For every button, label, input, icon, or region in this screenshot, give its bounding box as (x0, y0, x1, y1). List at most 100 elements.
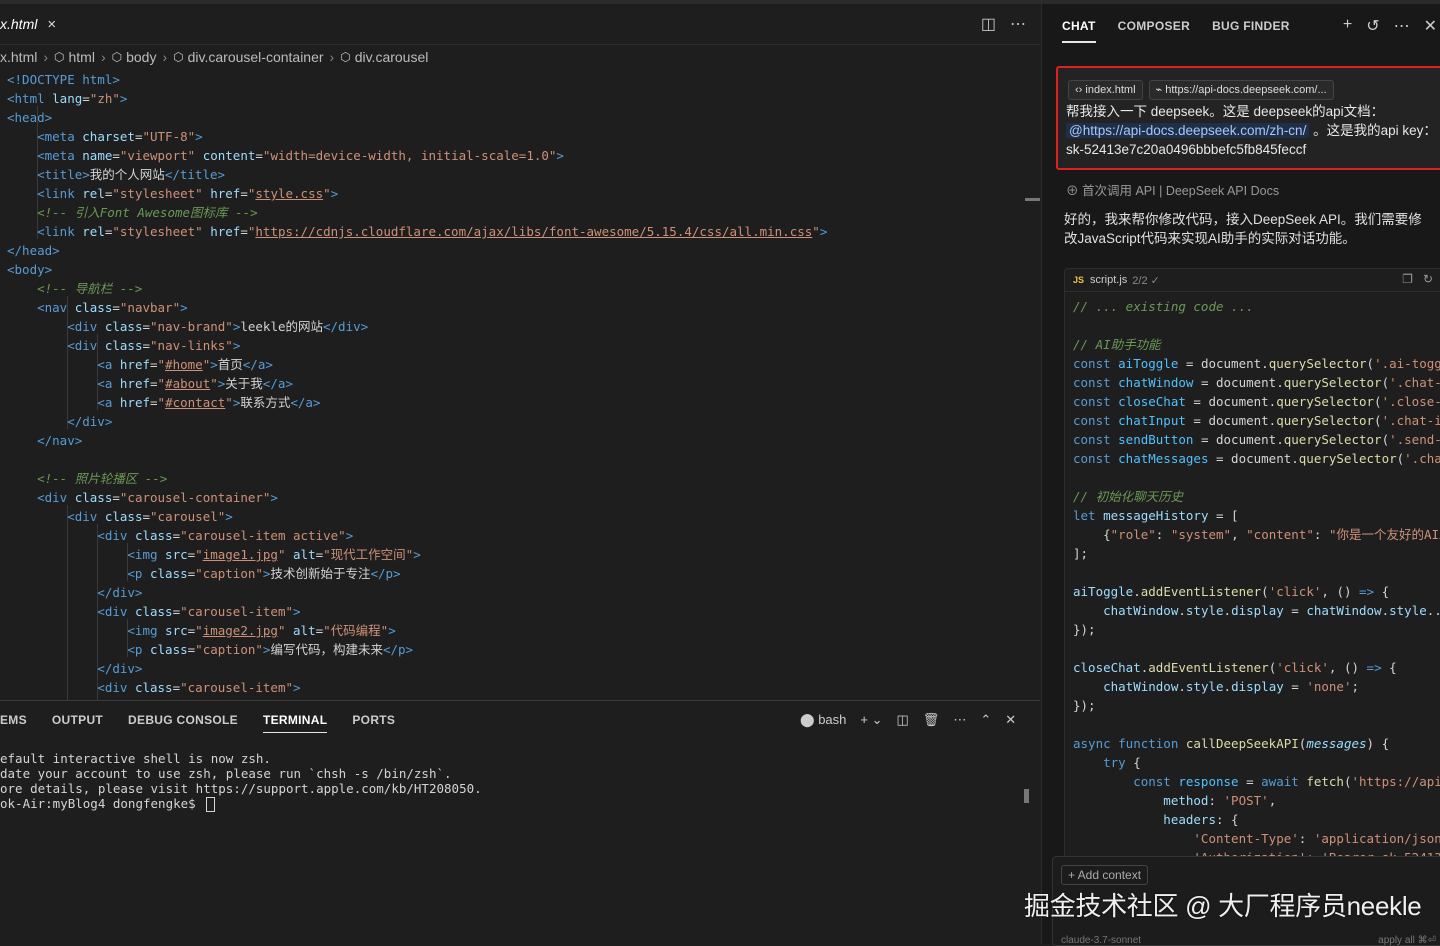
code-token: <meta (7, 129, 83, 144)
code-token: = (240, 186, 248, 201)
scrollbar-thumb[interactable] (1025, 198, 1040, 201)
code-token: <div (7, 319, 105, 334)
terminal-output[interactable]: efault interactive shell is now zsh. date… (0, 751, 482, 812)
code-token: class (134, 604, 173, 619)
javascript-icon: JS (1073, 275, 1085, 285)
breadcrumb-separator: › (162, 49, 168, 65)
code-token: : (1208, 793, 1224, 808)
terminal-text: ok-Air:myBlog4 dongfengke$ (0, 796, 204, 811)
more-icon[interactable]: ⋯ (953, 712, 966, 728)
context-chip[interactable]: ‹› index.html (1068, 80, 1143, 100)
context-chips: ‹› index.html ⌁ https://api-docs.deepseek… (1068, 80, 1334, 100)
trash-icon[interactable]: 🗑 (923, 712, 940, 728)
maximize-panel-icon[interactable]: ⌃ (980, 712, 991, 728)
code-token: method (1073, 793, 1209, 808)
code-line: </nav> (7, 431, 82, 450)
editor-tab-active[interactable]: x.html × (0, 4, 70, 44)
breadcrumb-item[interactable]: html (69, 49, 95, 65)
code-token: = (112, 490, 120, 505)
code-token: " (277, 547, 294, 562)
panel-tab-debug-console[interactable]: DEBUG CONSOLE (128, 701, 238, 739)
breadcrumb-item[interactable]: x.html (0, 49, 37, 65)
code-token: https://cdnjs.cloudflare.com/ajax/libs/f… (255, 224, 813, 239)
breadcrumb-item[interactable]: div.carousel-container (188, 49, 324, 65)
breadcrumb-separator: › (100, 49, 106, 65)
code-token: > (556, 148, 564, 163)
terminal-shell-button[interactable]: ⬤ bash (800, 712, 846, 728)
panel-tab-ports[interactable]: PORTS (352, 701, 395, 739)
code-token: 联系方式 (240, 395, 291, 410)
copy-icon[interactable]: ❐ (1402, 272, 1413, 286)
code-token: const (1073, 451, 1119, 466)
code-line: <img src="image2.jpg" alt="代码编程"> (7, 621, 395, 640)
code-line: const chatMessages = document.querySelec… (1073, 449, 1440, 468)
code-token: chatWindow (1118, 375, 1194, 390)
doc-reference[interactable]: ⊕ 首次调用 API | DeepSeek API Docs (1066, 180, 1279, 199)
code-token: <meta (7, 148, 83, 163)
code-token: </div> (7, 661, 143, 676)
chat-tab-composer[interactable]: COMPOSER (1118, 19, 1190, 33)
code-token: = (112, 148, 120, 163)
apply-all-button[interactable]: apply all ⌘⏎ (1378, 935, 1436, 946)
code-line: <img src="image1.jpg" alt="现代工作空间"> (7, 545, 420, 564)
code-token: "content" (1246, 527, 1314, 542)
breadcrumb-item[interactable]: div.carousel (355, 49, 429, 65)
code-token: const (1073, 356, 1119, 371)
code-token: <img (7, 547, 166, 562)
panel-tab-output[interactable]: OUTPUT (52, 701, 103, 739)
chat-tab-chat[interactable]: CHAT (1062, 19, 1096, 43)
user-message-box[interactable]: ‹› index.html ⌁ https://api-docs.deepseek… (1056, 66, 1440, 170)
terminal-line: ore details, please visit https://suppor… (0, 781, 482, 796)
close-icon[interactable]: ✕ (1424, 16, 1437, 36)
panel-tab-terminal[interactable]: TERMINAL (262, 701, 328, 739)
code-token: 'none' (1306, 679, 1352, 694)
code-line: headers: { (1073, 810, 1238, 829)
code-file-name[interactable]: script.js (1090, 274, 1127, 286)
breadcrumb-item[interactable]: body (126, 49, 156, 65)
code-token: closeChat (1073, 660, 1141, 675)
code-token: ( (1366, 356, 1375, 371)
code-token: "现代工作空间" (323, 547, 414, 562)
refresh-icon[interactable]: ↻ (1423, 272, 1433, 286)
more-icon[interactable]: ⋯ (1394, 16, 1410, 36)
model-selector[interactable]: claude-3.7-sonnet (1061, 935, 1141, 946)
code-token: fetch (1306, 774, 1344, 789)
code-token: = (1238, 774, 1262, 789)
code-token: headers (1073, 812, 1216, 827)
chat-tab-bug-finder[interactable]: BUG FINDER (1212, 19, 1290, 33)
new-chat-icon[interactable]: + (1343, 16, 1352, 36)
code-token: { (1125, 755, 1141, 770)
new-terminal-icon[interactable]: + ⌄ (860, 712, 882, 728)
code-line: {"role": "system", "content": "你是一个友好的AI… (1073, 525, 1440, 544)
code-token: href (119, 376, 150, 391)
close-icon[interactable]: × (47, 16, 56, 33)
shell-label: bash (818, 712, 847, 727)
terminal-scrollbar[interactable] (1024, 789, 1029, 803)
history-icon[interactable]: ↺ (1366, 16, 1379, 36)
split-editor-icon[interactable]: ◫ (981, 14, 996, 34)
code-token: = (240, 224, 248, 239)
code-token: > (225, 509, 233, 524)
code-token: </div> (7, 414, 113, 429)
code-token: const (1073, 432, 1119, 447)
code-line: async function callDeepSeekAPI(messages)… (1073, 734, 1389, 753)
code-token: class (104, 319, 143, 334)
code-token: "代码编程" (323, 623, 389, 638)
code-token: " (225, 395, 233, 410)
more-actions-icon[interactable]: ⋯ (1010, 14, 1026, 34)
code-token: class (104, 509, 143, 524)
code-token: = (1283, 603, 1307, 618)
doc-mention[interactable]: @https://api-docs.deepseek.com/zh-cn/ (1066, 123, 1310, 138)
close-panel-icon[interactable]: ✕ (1005, 712, 1016, 728)
split-terminal-icon[interactable]: ◫ (897, 712, 909, 728)
add-context-button[interactable]: + Add context (1061, 865, 1149, 885)
code-token: lang (52, 91, 83, 106)
code-token: }); (1073, 698, 1096, 713)
context-chip[interactable]: ⌁ https://api-docs.deepseek.com/... (1148, 80, 1334, 100)
code-line: <meta charset="UTF-8"> (7, 127, 203, 146)
code-token: messages (1306, 736, 1367, 751)
code-token: <body> (7, 262, 53, 277)
code-editor[interactable]: <!DOCTYPE html> <html lang="zh"> <head> <m… (0, 68, 1030, 700)
code-token: > (330, 186, 339, 201)
panel-tab-ems[interactable]: EMS (0, 701, 27, 739)
